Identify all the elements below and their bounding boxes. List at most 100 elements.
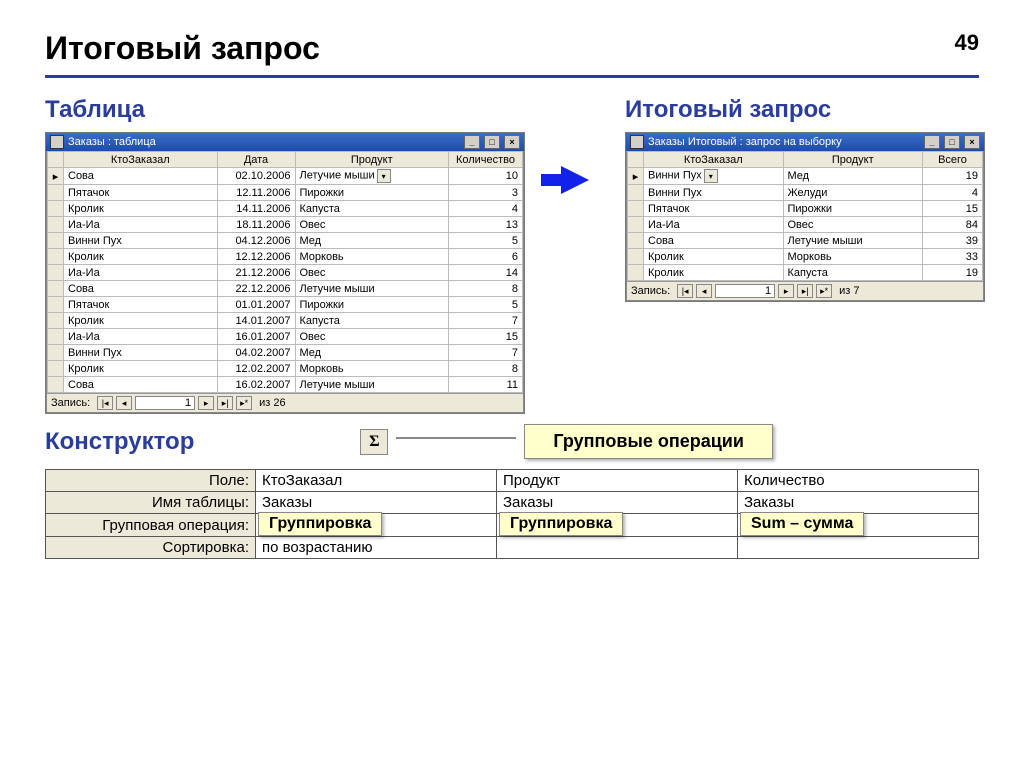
cell[interactable]: Кролик: [64, 313, 218, 329]
chevron-down-icon[interactable]: ▾: [377, 169, 391, 183]
col-header[interactable]: Дата: [217, 152, 295, 168]
cell[interactable]: Желуди: [783, 185, 923, 201]
table-cell[interactable]: Заказы: [738, 492, 979, 514]
cell[interactable]: Винни Пух▾: [644, 168, 784, 185]
groupop-cell[interactable]: Группировка: [256, 514, 497, 537]
col-header[interactable]: Количество: [449, 152, 523, 168]
titlebar-table[interactable]: Заказы : таблица _ □ ×: [46, 133, 524, 151]
cell[interactable]: Морковь: [783, 249, 923, 265]
cell[interactable]: 4: [923, 185, 983, 201]
cell[interactable]: Винни Пух: [64, 345, 218, 361]
cell[interactable]: Пирожки: [295, 185, 449, 201]
cell[interactable]: 84: [923, 217, 983, 233]
titlebar-query[interactable]: Заказы Итоговый : запрос на выборку _ □ …: [626, 133, 984, 151]
cell[interactable]: Капуста: [295, 201, 449, 217]
cell[interactable]: 7: [449, 345, 523, 361]
cell[interactable]: Кролик: [64, 361, 218, 377]
cell[interactable]: Иа-Иа: [644, 217, 784, 233]
cell[interactable]: 6: [449, 249, 523, 265]
new-record-button[interactable]: ▸*: [236, 396, 252, 410]
maximize-button[interactable]: □: [944, 135, 960, 149]
cell[interactable]: Сова: [644, 233, 784, 249]
cell[interactable]: 5: [449, 297, 523, 313]
groupop-cell[interactable]: Sum – сумма: [738, 514, 979, 537]
cell[interactable]: Винни Пух: [64, 233, 218, 249]
cell[interactable]: 04.12.2006: [217, 233, 295, 249]
cell[interactable]: Сова: [64, 281, 218, 297]
sort-cell[interactable]: [738, 537, 979, 559]
cell[interactable]: Капуста: [295, 313, 449, 329]
cell[interactable]: Морковь: [295, 249, 449, 265]
cell[interactable]: 14.01.2007: [217, 313, 295, 329]
next-button[interactable]: ▸: [198, 396, 214, 410]
col-header[interactable]: КтоЗаказал: [644, 152, 784, 168]
cell[interactable]: Мед: [295, 345, 449, 361]
cell[interactable]: Иа-Иа: [64, 329, 218, 345]
field-cell[interactable]: Количество: [738, 470, 979, 492]
cell[interactable]: 12.11.2006: [217, 185, 295, 201]
cell[interactable]: 13: [449, 217, 523, 233]
cell[interactable]: Кролик: [64, 249, 218, 265]
cell[interactable]: Пятачок: [644, 201, 784, 217]
cell[interactable]: 02.10.2006: [217, 168, 295, 185]
cell[interactable]: 22.12.2006: [217, 281, 295, 297]
cell[interactable]: 11: [449, 377, 523, 393]
cell[interactable]: Пятачок: [64, 185, 218, 201]
cell[interactable]: Винни Пух: [644, 185, 784, 201]
cell[interactable]: Пирожки: [295, 297, 449, 313]
cell[interactable]: 19: [923, 265, 983, 281]
cell[interactable]: 33: [923, 249, 983, 265]
cell[interactable]: Овес: [295, 329, 449, 345]
col-header[interactable]: КтоЗаказал: [64, 152, 218, 168]
cell[interactable]: 21.12.2006: [217, 265, 295, 281]
cell[interactable]: Летучие мыши▾: [295, 168, 449, 185]
cell[interactable]: Пятачок: [64, 297, 218, 313]
table-cell[interactable]: Заказы: [497, 492, 738, 514]
first-button[interactable]: |◂: [677, 284, 693, 298]
next-button[interactable]: ▸: [778, 284, 794, 298]
prev-button[interactable]: ◂: [116, 396, 132, 410]
cell[interactable]: 15: [923, 201, 983, 217]
last-button[interactable]: ▸|: [217, 396, 233, 410]
cell[interactable]: Мед: [783, 168, 923, 185]
sigma-button[interactable]: Σ: [360, 429, 388, 455]
cell[interactable]: 15: [449, 329, 523, 345]
cell[interactable]: 8: [449, 281, 523, 297]
col-header[interactable]: Продукт: [295, 152, 449, 168]
cell[interactable]: 4: [449, 201, 523, 217]
cell[interactable]: 16.02.2007: [217, 377, 295, 393]
cell[interactable]: 10: [449, 168, 523, 185]
cell[interactable]: Кролик: [644, 265, 784, 281]
cell[interactable]: 18.11.2006: [217, 217, 295, 233]
cell[interactable]: Пирожки: [783, 201, 923, 217]
table-cell[interactable]: Заказы: [256, 492, 497, 514]
prev-button[interactable]: ◂: [696, 284, 712, 298]
close-button[interactable]: ×: [504, 135, 520, 149]
cell[interactable]: 16.01.2007: [217, 329, 295, 345]
cell[interactable]: 5: [449, 233, 523, 249]
sort-cell[interactable]: по возрастанию: [256, 537, 497, 559]
sort-cell[interactable]: [497, 537, 738, 559]
cell[interactable]: 19: [923, 168, 983, 185]
first-button[interactable]: |◂: [97, 396, 113, 410]
cell[interactable]: 14: [449, 265, 523, 281]
cell[interactable]: Морковь: [295, 361, 449, 377]
cell[interactable]: Сова: [64, 168, 218, 185]
cell[interactable]: Летучие мыши: [783, 233, 923, 249]
cell[interactable]: Сова: [64, 377, 218, 393]
cell[interactable]: 12.02.2007: [217, 361, 295, 377]
cell[interactable]: Иа-Иа: [64, 265, 218, 281]
cell[interactable]: Овес: [295, 217, 449, 233]
minimize-button[interactable]: _: [464, 135, 480, 149]
chevron-down-icon[interactable]: ▾: [704, 169, 718, 183]
maximize-button[interactable]: □: [484, 135, 500, 149]
cell[interactable]: Овес: [295, 265, 449, 281]
cell[interactable]: 3: [449, 185, 523, 201]
cell[interactable]: 8: [449, 361, 523, 377]
field-cell[interactable]: Продукт: [497, 470, 738, 492]
cell[interactable]: Мед: [295, 233, 449, 249]
cell[interactable]: 7: [449, 313, 523, 329]
col-header[interactable]: Продукт: [783, 152, 923, 168]
cell[interactable]: 01.01.2007: [217, 297, 295, 313]
cell[interactable]: Иа-Иа: [64, 217, 218, 233]
